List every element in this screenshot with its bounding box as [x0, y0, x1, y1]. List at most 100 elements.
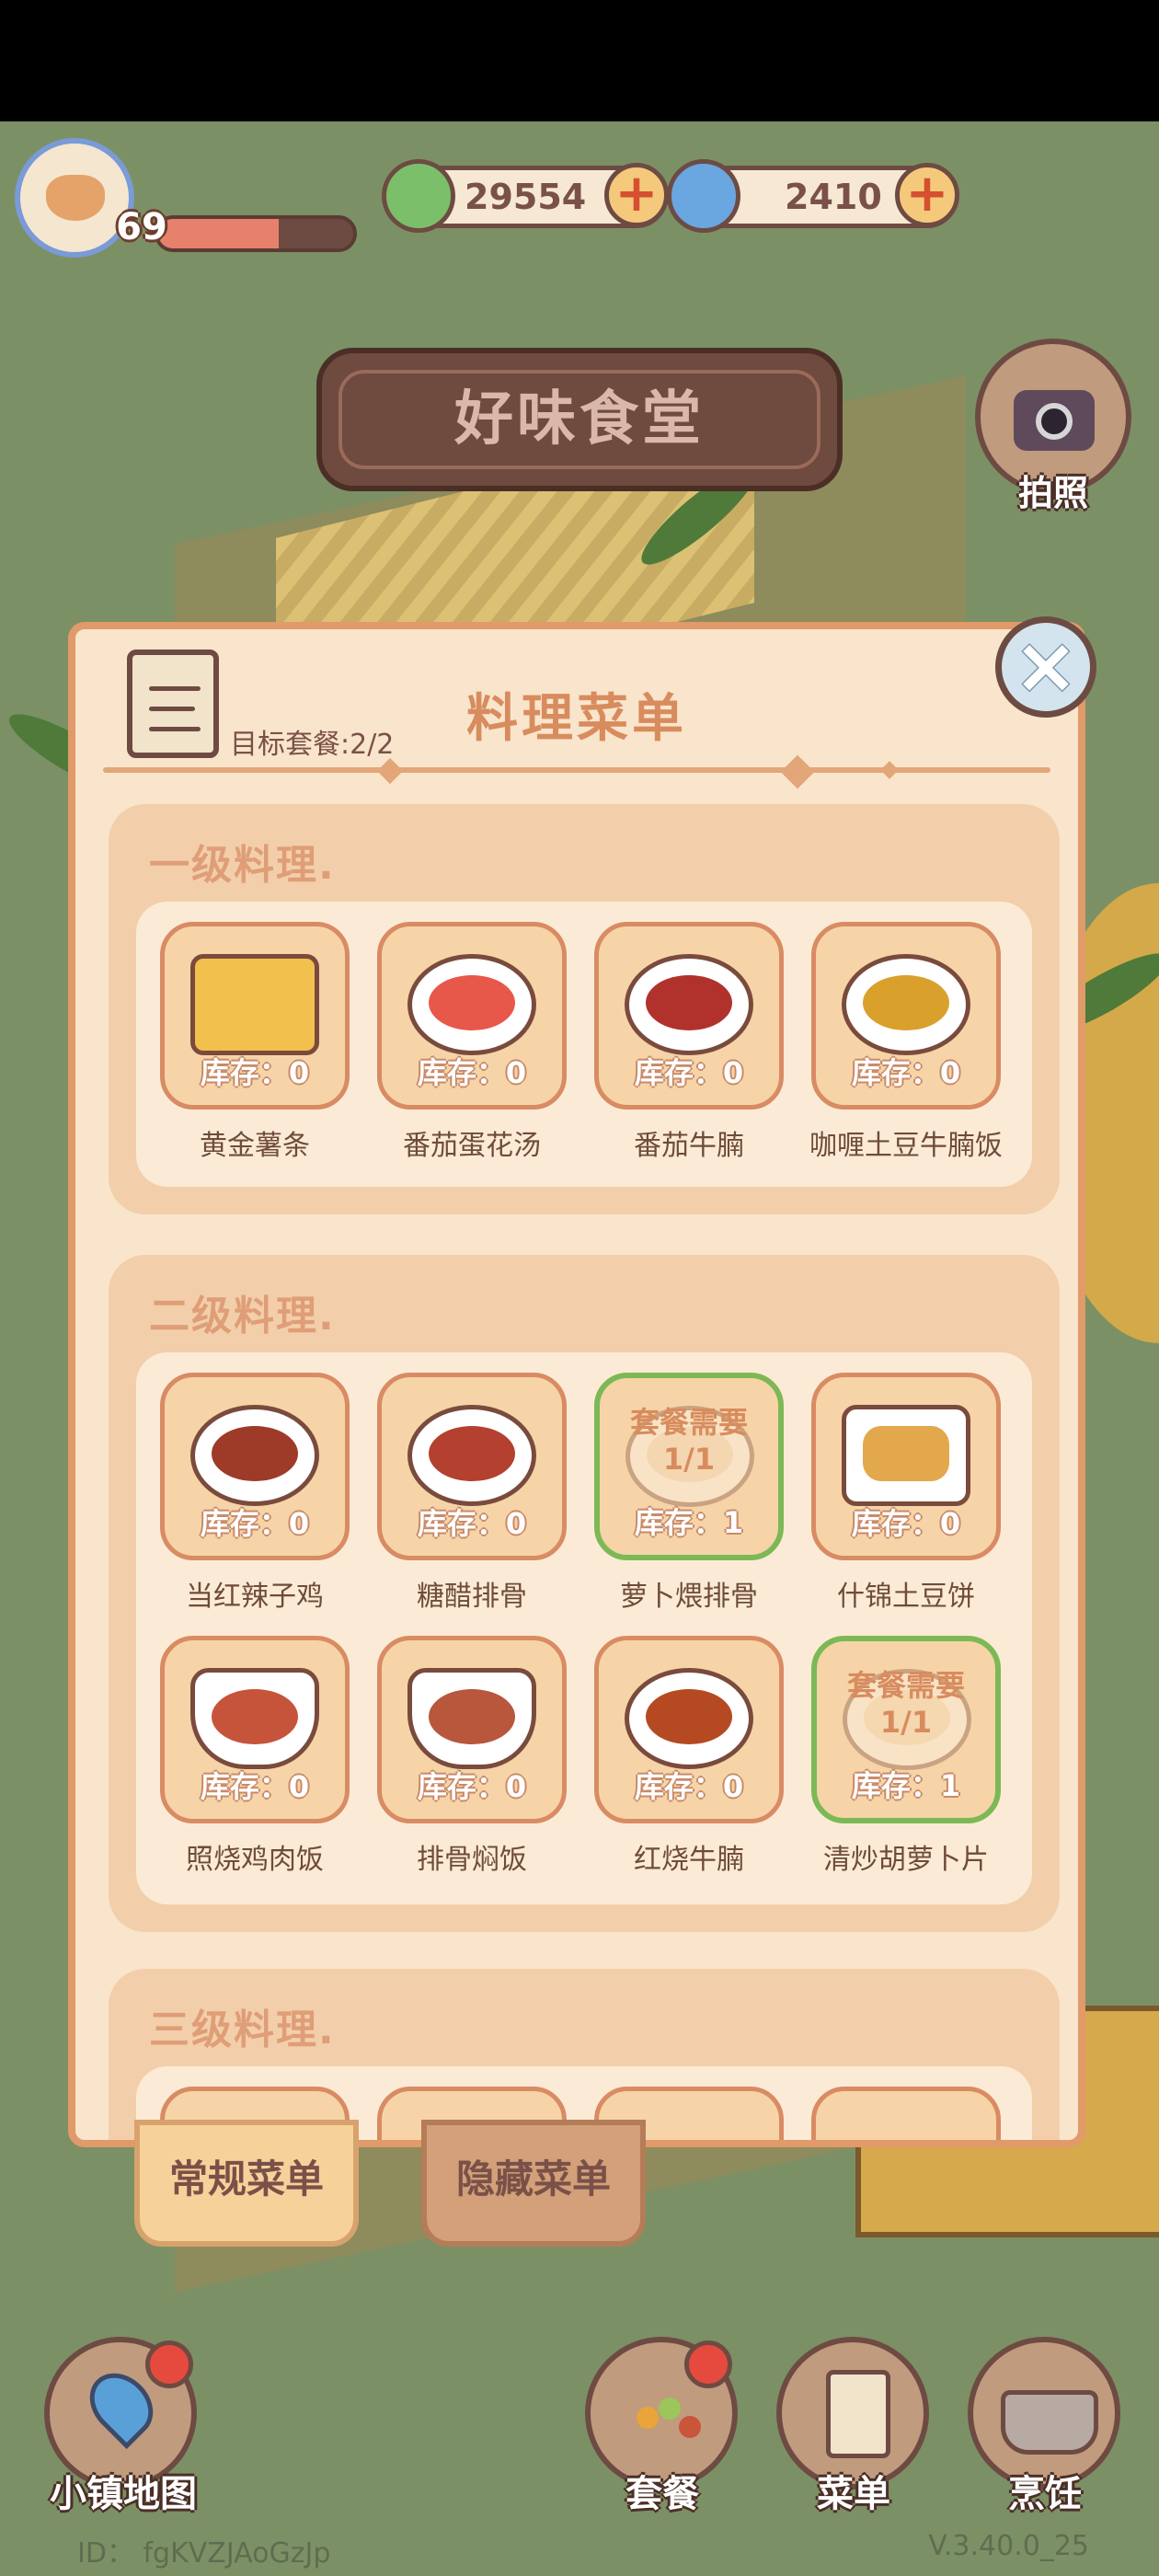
dish-stock: 库存：1	[851, 1768, 961, 1803]
currency-green: 29554 +	[382, 159, 669, 233]
camera-label[interactable]: 拍照	[975, 465, 1131, 515]
section-items: 库存：0 当红辣子鸡 库存：0 糖醋排骨 套餐需要 1/1 库存：1 萝卜煨排骨…	[136, 1352, 1032, 1904]
food-fill	[212, 1689, 298, 1744]
currency-blue: 2410 +	[667, 159, 959, 233]
status-bar	[0, 0, 1159, 121]
dish-name: 什锦土豆饼	[837, 1581, 975, 1613]
spicy-chicken-icon	[190, 1405, 319, 1506]
section-level-2: 二级料理. 库存：0 当红辣子鸡 库存：0 糖醋排骨 套餐需要 1/1 库存：1	[109, 1255, 1060, 1932]
dish-tile[interactable]: 库存：0	[811, 922, 1001, 1110]
dish-stock: 库存：1	[634, 1505, 744, 1540]
potato-pancake-icon	[842, 1405, 970, 1506]
dish-name: 萝卜煨排骨	[620, 1581, 758, 1613]
header-divider	[103, 767, 1050, 773]
panel-title: 料理菜单	[466, 689, 687, 749]
menu-label[interactable]: 菜单	[752, 2464, 955, 2517]
dish-stock: 库存：0	[851, 1055, 961, 1090]
dish-name: 糖醋排骨	[417, 1581, 527, 1613]
dish-name: 照烧鸡肉饭	[186, 1844, 324, 1876]
dish-stock: 库存：0	[634, 1055, 744, 1090]
dish-tile[interactable]	[811, 2087, 1001, 2140]
clover-coin-icon	[382, 159, 455, 233]
section-title: 三级料理.	[149, 2007, 336, 2053]
dish-tile[interactable]: 库存：0	[160, 1636, 350, 1823]
food-fill	[646, 1689, 732, 1744]
food-fill	[429, 975, 515, 1030]
tab-regular-menu[interactable]: 常规菜单	[134, 2120, 359, 2247]
player-id: ID： fgKVZJAoGzJp	[77, 2537, 331, 2570]
curry-rice-icon	[842, 954, 970, 1055]
level-progress-bar	[155, 215, 357, 252]
dish-stock: 库存：0	[634, 1769, 744, 1804]
food-fill	[646, 975, 732, 1030]
dish-stock: 库存：0	[417, 1506, 527, 1541]
dish-tile[interactable]: 库存：0	[377, 922, 567, 1110]
currency-green-value: 29554	[465, 177, 587, 217]
section-title: 一级料理.	[149, 842, 336, 889]
section-items: 库存：0 黄金薯条 库存：0 番茄蛋花汤 库存：0 番茄牛腩 库存：0 咖喱土豆…	[136, 902, 1032, 1187]
food-fill	[429, 1689, 515, 1744]
clipboard-icon	[826, 2370, 890, 2458]
combo-label[interactable]: 套餐	[561, 2464, 763, 2517]
close-button[interactable]: ×	[995, 616, 1096, 718]
ribs-rice-icon	[407, 1668, 536, 1769]
dish-stock: 库存：0	[200, 1506, 310, 1541]
swirl-gem-icon	[667, 159, 740, 233]
version-label: V.3.40.0_25	[928, 2530, 1089, 2562]
currency-blue-value: 2410	[785, 177, 882, 217]
skewer-piece	[637, 2407, 659, 2429]
add-blue-currency-button[interactable]: +	[895, 163, 959, 227]
dish-tile[interactable]: 库存：0	[160, 1373, 350, 1560]
dish-name: 番茄牛腩	[634, 1130, 744, 1162]
restaurant-name: 好味食堂	[454, 385, 705, 454]
skewer-piece	[659, 2398, 681, 2420]
town-map-label[interactable]: 小镇地图	[22, 2464, 224, 2517]
sweet-sour-ribs-icon	[407, 1405, 536, 1506]
notification-badge	[684, 2340, 732, 2388]
dish-name: 当红辣子鸡	[186, 1581, 324, 1613]
dish-tile[interactable]: 库存：0	[594, 1636, 784, 1823]
level-badge: 69	[116, 206, 167, 248]
combo-requirement: 套餐需要 1/1	[629, 1405, 748, 1477]
dish-stock: 库存：0	[200, 1055, 310, 1090]
add-green-currency-button[interactable]: +	[604, 163, 669, 227]
divider-ornament	[880, 761, 899, 779]
dish-name: 番茄蛋花汤	[403, 1130, 541, 1162]
section-title: 二级料理.	[149, 1293, 336, 1340]
dish-tile[interactable]: 库存：0	[377, 1373, 567, 1560]
dish-stock: 库存：0	[417, 1769, 527, 1804]
tomato-soup-icon	[407, 954, 536, 1055]
food-fill	[863, 1426, 949, 1481]
dish-name: 咖喱土豆牛腩饭	[809, 1130, 1003, 1162]
dish-tile[interactable]: 库存：0	[811, 1373, 1001, 1560]
divider-ornament	[780, 754, 815, 789]
skewer-icon	[627, 2379, 705, 2456]
tab-hidden-menu[interactable]: 隐藏菜单	[421, 2120, 646, 2247]
pot-icon	[1001, 2390, 1098, 2455]
camera-lens-icon	[1036, 403, 1073, 440]
dish-name: 黄金薯条	[200, 1130, 310, 1162]
dish-name: 排骨焖饭	[417, 1844, 527, 1876]
fries-icon	[190, 954, 319, 1055]
dish-tile-required[interactable]: 套餐需要 1/1 库存：1	[594, 1373, 784, 1560]
game-screen: 69 29554 + 2410 + 好味食堂 拍照 目标套餐:2/2 料理菜单	[0, 0, 1159, 2576]
combo-requirement: 套餐需要 1/1	[846, 1668, 965, 1740]
cooking-label[interactable]: 烹饪	[944, 2464, 1146, 2517]
dish-tile[interactable]: 库存：0	[377, 1636, 567, 1823]
camera-icon	[1014, 390, 1095, 451]
divider-ornament	[376, 757, 404, 785]
skewer-piece	[679, 2416, 701, 2438]
level-progress-fill	[158, 219, 280, 248]
avatar-face-icon	[46, 175, 105, 221]
recipe-menu-panel: 目标套餐:2/2 料理菜单 一级料理. 库存：0 黄金薯条 库存：0 番茄蛋花汤	[68, 622, 1085, 2147]
teriyaki-rice-icon	[190, 1668, 319, 1769]
food-fill	[863, 975, 949, 1030]
dish-tile[interactable]: 库存：0	[160, 922, 350, 1110]
restaurant-sign: 好味食堂	[316, 348, 843, 491]
notification-badge	[145, 2340, 193, 2388]
dish-name: 红烧牛腩	[634, 1844, 744, 1876]
dish-tile[interactable]: 库存：0	[594, 922, 784, 1110]
beef-stew-icon	[625, 954, 753, 1055]
dish-tile-required[interactable]: 套餐需要 1/1 库存：1	[811, 1636, 1001, 1823]
food-fill	[212, 1426, 298, 1481]
